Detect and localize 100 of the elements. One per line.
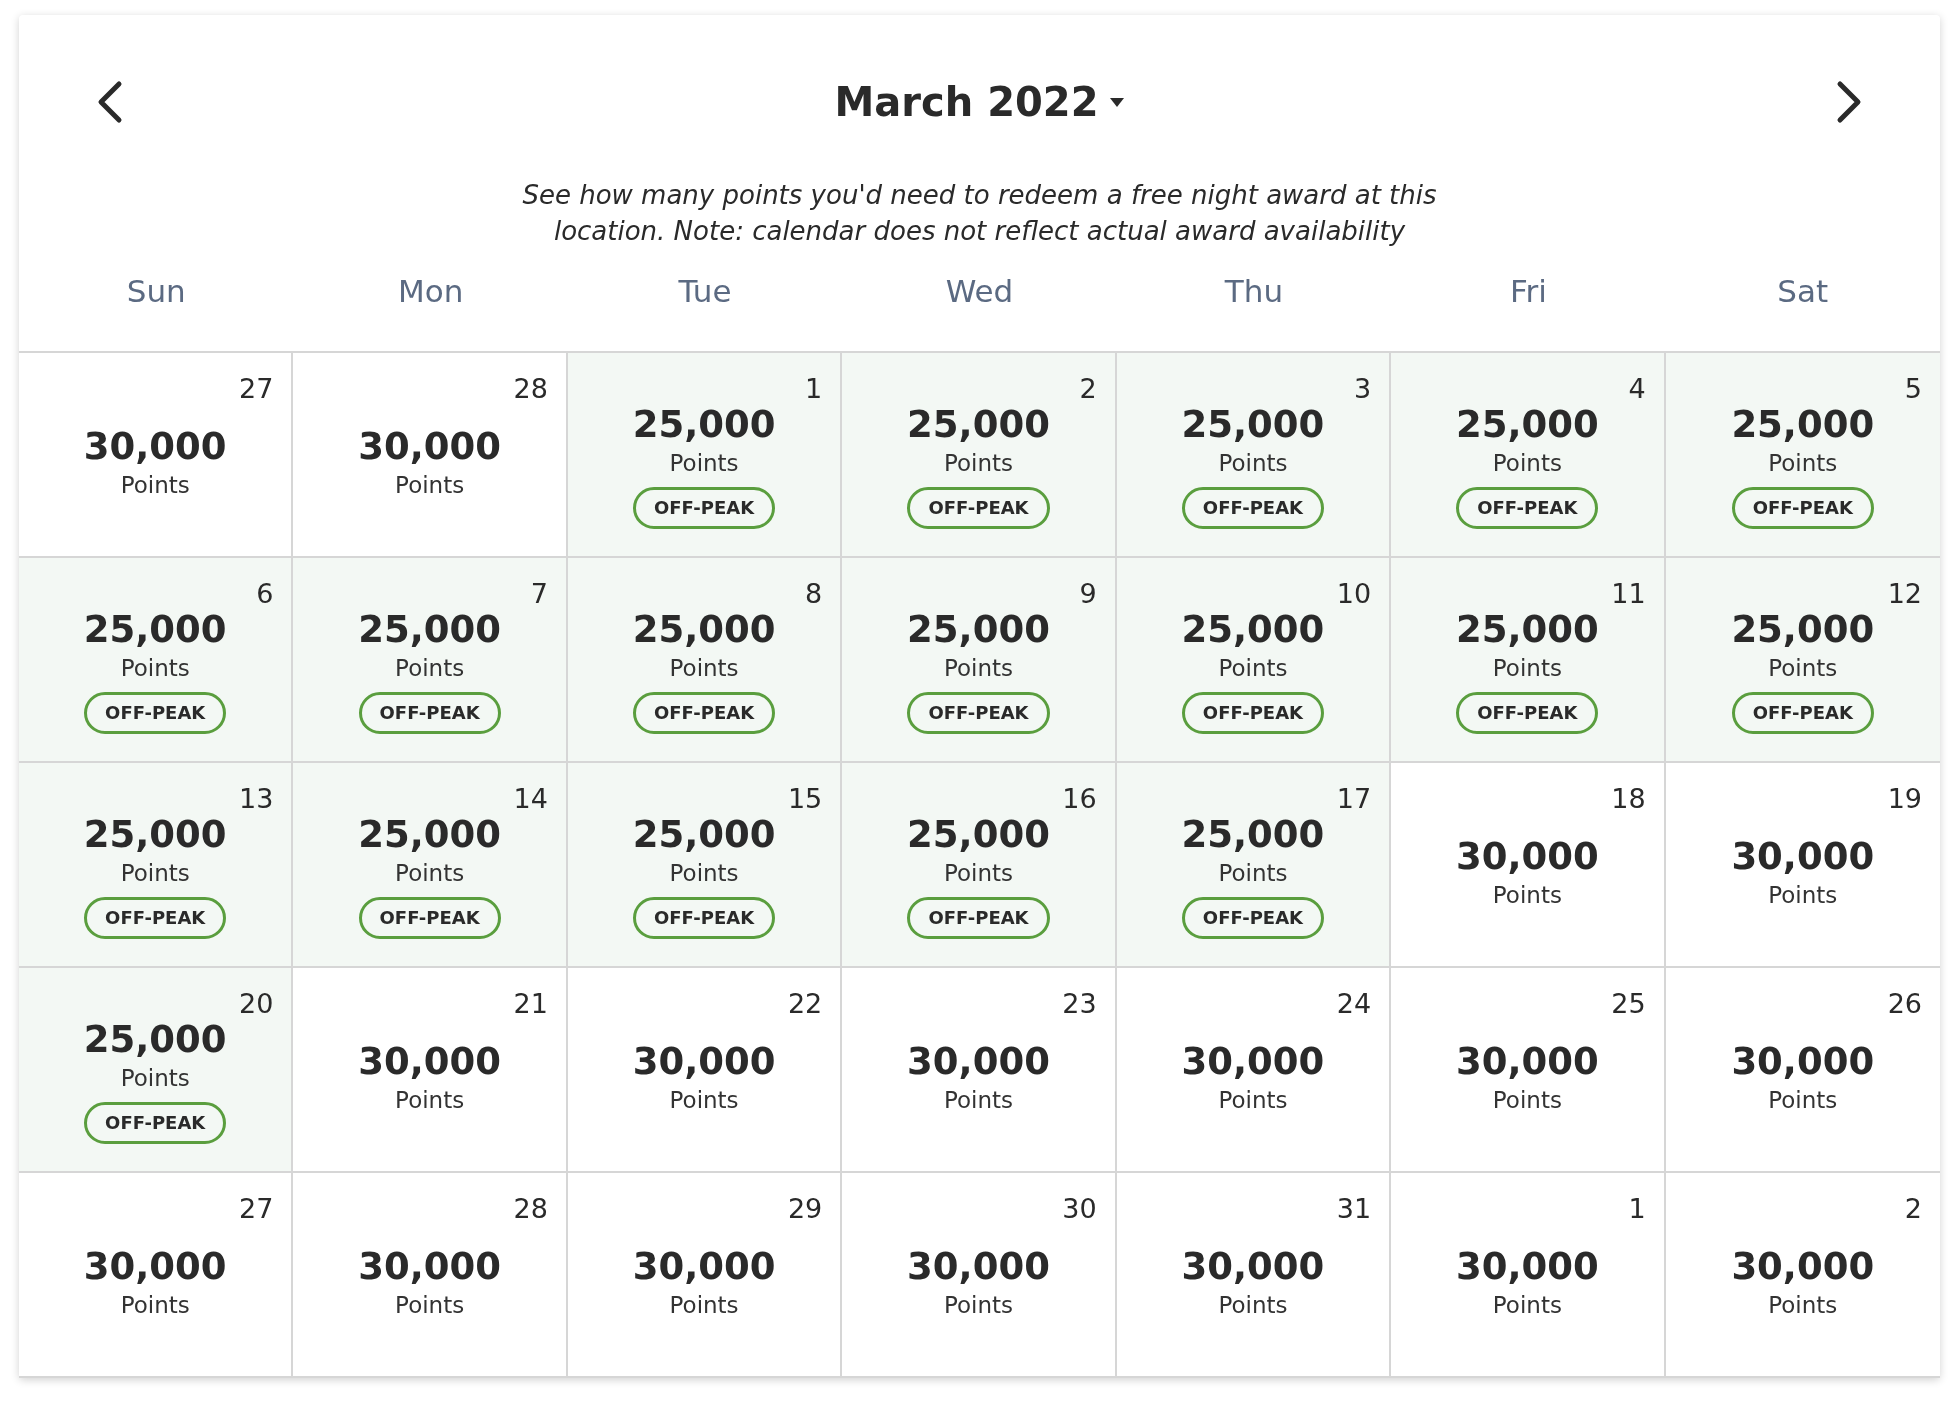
day-cell[interactable]: 11 25,000 Points OFF-PEAK — [1391, 558, 1666, 763]
points-label: Points — [395, 654, 465, 683]
day-number: 1 — [1628, 1192, 1646, 1226]
day-cell[interactable]: 20 25,000 Points OFF-PEAK — [19, 968, 294, 1173]
day-cell[interactable]: 14 25,000 Points OFF-PEAK — [293, 763, 568, 968]
points-amount: 30,000 — [358, 425, 501, 469]
day-cell[interactable]: 5 25,000 Points OFF-PEAK — [1665, 353, 1940, 558]
points-amount: 25,000 — [1455, 608, 1599, 652]
day-cell[interactable]: 31 30,000 Points — [1116, 1173, 1392, 1378]
day-cell[interactable]: 7 25,000 Points OFF-PEAK — [293, 558, 568, 763]
day-cell[interactable]: 21 30,000 Points — [293, 968, 568, 1173]
off-peak-tag: OFF-PEAK — [632, 692, 776, 734]
day-cell[interactable]: 1 25,000 Points OFF-PEAK — [567, 353, 843, 558]
day-cell[interactable]: 2 25,000 Points OFF-PEAK — [842, 353, 1117, 558]
off-peak-tag: OFF-PEAK — [1181, 487, 1324, 529]
points-label: Points — [669, 654, 739, 683]
day-number: 1 — [805, 372, 823, 406]
day-cell[interactable]: 13 25,000 Points OFF-PEAK — [19, 763, 294, 968]
day-cell[interactable]: 24 30,000 Points — [1116, 968, 1392, 1173]
weekday-label: Thu — [1224, 273, 1284, 309]
points-amount: 25,000 — [632, 608, 776, 652]
points-amount: 30,000 — [358, 1040, 501, 1084]
day-number: 17 — [1336, 782, 1372, 816]
day-number: 8 — [805, 577, 823, 611]
day-cell[interactable]: 3 25,000 Points OFF-PEAK — [1116, 353, 1392, 558]
points-label: Points — [1218, 654, 1288, 683]
day-cell[interactable]: 16 25,000 Points OFF-PEAK — [842, 763, 1117, 968]
day-number: 4 — [1628, 372, 1646, 406]
day-cell[interactable]: 28 30,000 Points — [293, 1173, 568, 1378]
points-amount: 25,000 — [632, 403, 776, 447]
day-cell[interactable]: 6 25,000 Points OFF-PEAK — [19, 558, 294, 763]
day-number: 21 — [513, 987, 548, 1021]
month-dropdown[interactable]: March 2022 — [834, 79, 1125, 125]
points-amount: 25,000 — [907, 608, 1050, 652]
weekday-label: Mon — [397, 273, 464, 309]
day-number: 24 — [1336, 987, 1372, 1021]
day-cell[interactable]: 19 30,000 Points — [1665, 763, 1940, 968]
off-peak-tag: OFF-PEAK — [1456, 692, 1599, 734]
day-cell[interactable]: 27 30,000 Points — [19, 1173, 294, 1378]
points-amount: 30,000 — [83, 1245, 227, 1289]
day-cell[interactable]: 29 30,000 Points — [567, 1173, 843, 1378]
weekday-label: Sun — [126, 273, 186, 309]
points-amount: 30,000 — [358, 1245, 501, 1289]
day-cell[interactable]: 8 25,000 Points OFF-PEAK — [567, 558, 843, 763]
points-amount: 25,000 — [632, 813, 776, 857]
chevron-right-icon — [1836, 80, 1862, 124]
points-label: Points — [120, 1064, 190, 1093]
day-number: 16 — [1062, 782, 1097, 816]
day-cell[interactable]: 27 30,000 Points — [19, 353, 294, 558]
points-label: Points — [1492, 654, 1562, 683]
points-amount: 25,000 — [907, 813, 1050, 857]
points-label: Points — [1492, 881, 1562, 910]
day-number: 5 — [1904, 372, 1922, 406]
day-cell[interactable]: 22 30,000 Points — [567, 968, 843, 1173]
off-peak-tag: OFF-PEAK — [632, 487, 776, 529]
day-number: 2 — [1904, 1192, 1922, 1226]
day-number: 9 — [1079, 577, 1097, 611]
points-label: Points — [943, 859, 1014, 888]
day-number: 7 — [530, 577, 548, 611]
day-cell[interactable]: 18 30,000 Points — [1391, 763, 1666, 968]
day-number: 29 — [787, 1192, 823, 1226]
day-cell[interactable]: 26 30,000 Points — [1665, 968, 1940, 1173]
day-cell[interactable]: 2 30,000 Points — [1665, 1173, 1940, 1378]
day-number: 14 — [513, 782, 548, 816]
day-cell[interactable]: 12 25,000 Points OFF-PEAK — [1665, 558, 1940, 763]
points-label: Points — [1218, 449, 1288, 478]
day-number: 12 — [1887, 577, 1922, 611]
day-cell[interactable]: 4 25,000 Points OFF-PEAK — [1391, 353, 1666, 558]
off-peak-tag: OFF-PEAK — [907, 487, 1050, 529]
points-label: Points — [669, 449, 739, 478]
day-number: 19 — [1887, 782, 1922, 816]
points-label: Points — [943, 1291, 1014, 1320]
off-peak-tag: OFF-PEAK — [84, 1102, 227, 1144]
day-cell[interactable]: 17 25,000 Points OFF-PEAK — [1116, 763, 1392, 968]
day-cell[interactable]: 1 30,000 Points — [1391, 1173, 1666, 1378]
day-cell[interactable]: 9 25,000 Points OFF-PEAK — [842, 558, 1117, 763]
off-peak-tag: OFF-PEAK — [1731, 487, 1874, 529]
day-cell[interactable]: 30 30,000 Points — [842, 1173, 1117, 1378]
day-cell[interactable]: 15 25,000 Points OFF-PEAK — [567, 763, 843, 968]
day-number: 31 — [1336, 1192, 1372, 1226]
day-cell[interactable]: 28 30,000 Points — [293, 353, 568, 558]
points-label: Points — [669, 1291, 739, 1320]
points-amount: 30,000 — [1181, 1040, 1325, 1084]
day-cell[interactable]: 23 30,000 Points — [842, 968, 1117, 1173]
points-label: Points — [943, 1086, 1014, 1115]
points-amount: 30,000 — [83, 425, 227, 469]
points-amount: 30,000 — [1455, 1245, 1599, 1289]
points-label: Points — [1768, 881, 1838, 910]
day-cell[interactable]: 25 30,000 Points — [1391, 968, 1666, 1173]
off-peak-tag: OFF-PEAK — [84, 692, 227, 734]
points-label: Points — [395, 1291, 465, 1320]
day-number: 30 — [1062, 1192, 1097, 1226]
calendar-note: See how many points you'd need to redeem a free night award at this location. Note: calendar does not reflect actual award availability — [521, 179, 1438, 248]
points-amount: 30,000 — [1731, 1040, 1875, 1084]
day-number: 20 — [239, 987, 274, 1021]
off-peak-tag: OFF-PEAK — [1181, 897, 1324, 939]
off-peak-tag: OFF-PEAK — [907, 897, 1050, 939]
day-cell[interactable]: 10 25,000 Points OFF-PEAK — [1116, 558, 1392, 763]
off-peak-tag: OFF-PEAK — [632, 897, 776, 939]
points-label: Points — [395, 471, 465, 500]
